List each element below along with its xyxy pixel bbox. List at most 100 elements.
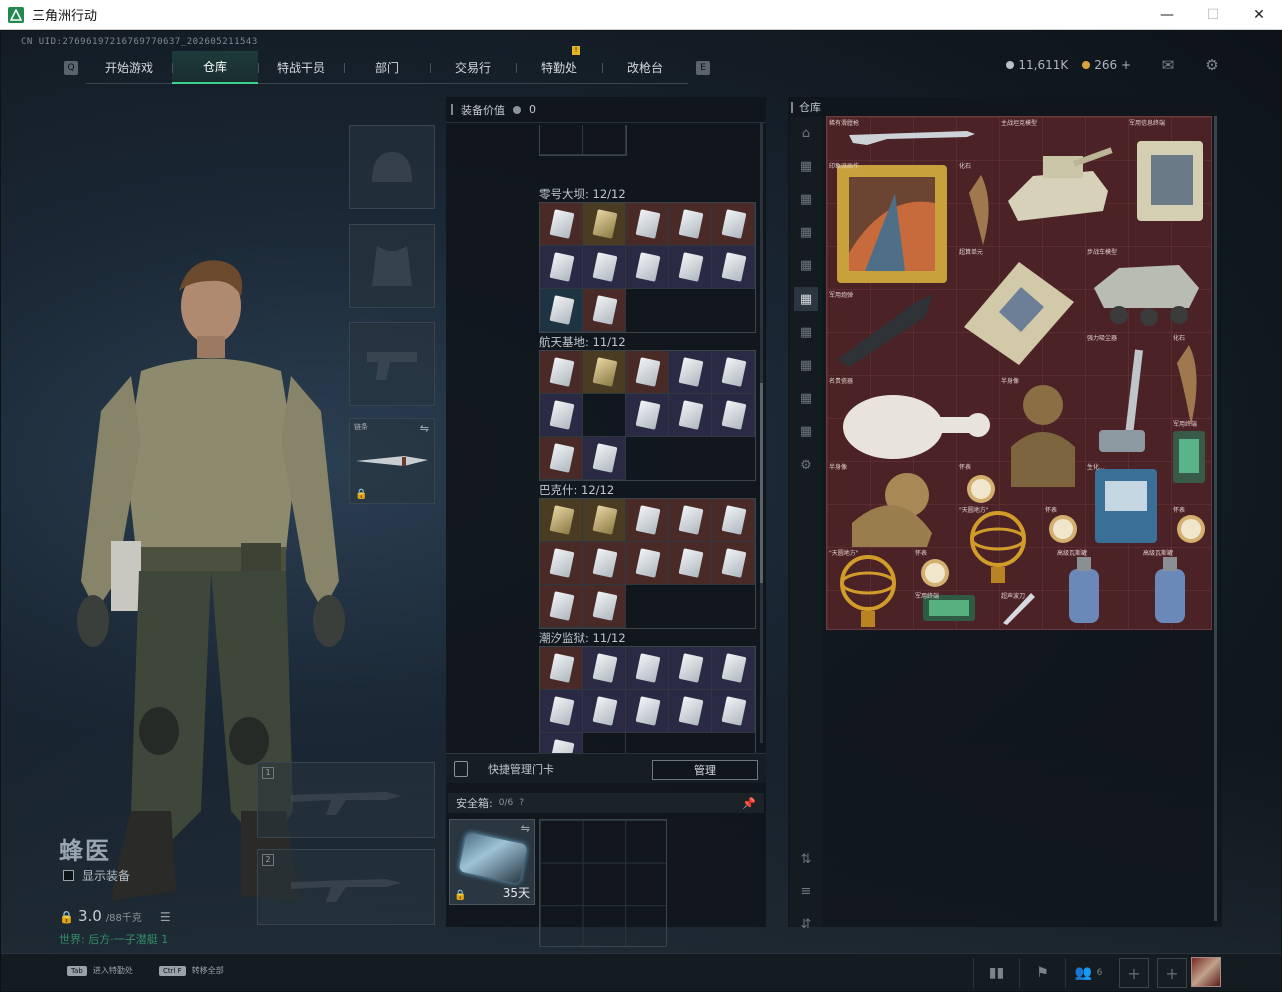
friends-icon[interactable]: 👥 6	[1065, 958, 1111, 988]
avatar[interactable]	[1191, 957, 1221, 987]
tab-market[interactable]: 交易行	[430, 51, 516, 84]
safe-box-item[interactable]: ⇋ 🔒 35天	[449, 819, 535, 905]
nav-next-key[interactable]: E	[696, 60, 710, 75]
keycard[interactable]	[712, 647, 755, 690]
keycard[interactable]	[583, 351, 626, 394]
keycard[interactable]	[712, 690, 755, 733]
stash-tab-icon[interactable]: ▦	[794, 287, 818, 311]
sort-icon[interactable]: ⇅	[794, 847, 818, 871]
fossil-item[interactable]	[1169, 343, 1209, 427]
keycard[interactable]	[669, 351, 712, 394]
minimize-button[interactable]: —	[1144, 0, 1190, 30]
armillary-sphere-item[interactable]	[835, 551, 901, 631]
pocket-watch-item[interactable]	[917, 551, 953, 591]
list-icon[interactable]: ☰	[160, 910, 171, 924]
tab-department[interactable]: 部门	[344, 51, 430, 84]
keycard[interactable]	[669, 203, 712, 246]
armillary-sphere-item[interactable]	[965, 507, 1031, 587]
invite-slot[interactable]: +	[1157, 958, 1187, 988]
keycard[interactable]	[626, 203, 669, 246]
porcelain-vase-item[interactable]	[833, 387, 993, 469]
keycard[interactable]	[540, 585, 583, 628]
keycard[interactable]	[540, 647, 583, 690]
biochemical-device-item[interactable]	[1089, 461, 1163, 547]
pocket-watch-item[interactable]	[963, 467, 999, 507]
scrollbar[interactable]	[1214, 116, 1217, 921]
keycard[interactable]	[712, 351, 755, 394]
ifv-model-item[interactable]	[1089, 253, 1205, 333]
keycard[interactable]	[583, 690, 626, 733]
gear-icon[interactable]: ⚙	[1203, 57, 1221, 73]
keycard[interactable]	[540, 437, 583, 480]
hafcoin-balance[interactable]: 11,611K	[1006, 58, 1068, 72]
stash-tab-icon[interactable]: ▦	[794, 187, 818, 211]
mail-icon[interactable]: ✉	[1159, 57, 1177, 73]
keycard[interactable]	[669, 394, 712, 437]
stash-tab-icon[interactable]: ▦	[794, 253, 818, 277]
keycard[interactable]	[669, 542, 712, 585]
bond-balance[interactable]: 266 +	[1082, 58, 1131, 72]
keycard[interactable]	[712, 499, 755, 542]
stash-tab-icon[interactable]: ▦	[794, 386, 818, 410]
safe-box-grid[interactable]	[539, 819, 667, 947]
terminal-item[interactable]	[1129, 131, 1209, 226]
keycard[interactable]	[583, 437, 626, 480]
keycard[interactable]	[712, 246, 755, 289]
stash-tab-icon[interactable]: ▦	[794, 320, 818, 344]
show-equipment-toggle[interactable]: 显示装备	[63, 867, 130, 884]
maximize-button[interactable]: ☐	[1190, 0, 1236, 30]
keycard[interactable]	[669, 499, 712, 542]
gear-icon[interactable]: ⚙	[794, 453, 818, 477]
keycard[interactable]	[583, 289, 626, 332]
pin-icon[interactable]: 📌	[742, 797, 756, 810]
keycard[interactable]	[583, 246, 626, 289]
keycard[interactable]	[540, 542, 583, 585]
empty-slot[interactable]	[583, 394, 626, 437]
musket-item[interactable]	[847, 125, 977, 145]
stats-icon[interactable]: ▮▮	[973, 958, 1019, 988]
bust-item[interactable]	[1003, 377, 1083, 497]
tab-special-ops[interactable]: 特勤处!	[516, 46, 602, 84]
keycard[interactable]	[626, 690, 669, 733]
nav-prev-key[interactable]: Q	[64, 60, 78, 75]
close-button[interactable]: ✕	[1236, 0, 1282, 30]
hint-enter-special-ops[interactable]: Tab 进入特勤处	[67, 965, 133, 976]
transfer-icon[interactable]: ⇵	[794, 912, 818, 936]
vacuum-cleaner-item[interactable]	[1089, 345, 1169, 465]
keycard[interactable]	[583, 499, 626, 542]
painting-item[interactable]	[835, 163, 949, 285]
stash-grid[interactable]: 稀有滑膛枪 主战坦克模型 军用信息终端 印象派画作 化石 超算单元 步战车模型 …	[826, 116, 1212, 630]
keycard[interactable]	[626, 246, 669, 289]
keycard[interactable]	[626, 542, 669, 585]
layers-icon[interactable]: ≡	[794, 879, 818, 903]
stash-tab-icon[interactable]: ▦	[794, 353, 818, 377]
keycard[interactable]	[712, 203, 755, 246]
keycard[interactable]	[583, 647, 626, 690]
artillery-shell-item[interactable]	[833, 289, 945, 369]
keycard[interactable]	[540, 351, 583, 394]
keycard[interactable]	[583, 585, 626, 628]
tab-warehouse[interactable]: 仓库	[172, 51, 258, 84]
primary-weapon-slot-1[interactable]: 1	[257, 762, 435, 838]
keycard[interactable]	[540, 499, 583, 542]
armor-slot[interactable]	[349, 224, 435, 308]
hint-transfer-all[interactable]: Ctrl F 转移全部	[159, 965, 224, 976]
keycard[interactable]	[669, 647, 712, 690]
keycard[interactable]	[540, 394, 583, 437]
help-icon[interactable]: ?	[519, 798, 524, 808]
pistol-slot[interactable]	[349, 322, 435, 406]
keycard[interactable]	[712, 394, 755, 437]
gas-tank-item[interactable]	[1057, 551, 1111, 629]
tank-model-item[interactable]	[1003, 131, 1113, 231]
keycard[interactable]	[583, 542, 626, 585]
keycard[interactable]	[540, 203, 583, 246]
flag-icon[interactable]: ⚑	[1019, 958, 1065, 988]
gas-tank-item[interactable]	[1143, 551, 1197, 629]
stash-tab-icon[interactable]: ▦	[794, 220, 818, 244]
stash-tab-icon[interactable]: ▦	[794, 154, 818, 178]
scrollbar[interactable]	[760, 123, 763, 743]
keycard[interactable]	[669, 690, 712, 733]
keycard[interactable]	[626, 394, 669, 437]
checkbox[interactable]	[63, 870, 74, 881]
helmet-slot[interactable]	[349, 125, 435, 209]
